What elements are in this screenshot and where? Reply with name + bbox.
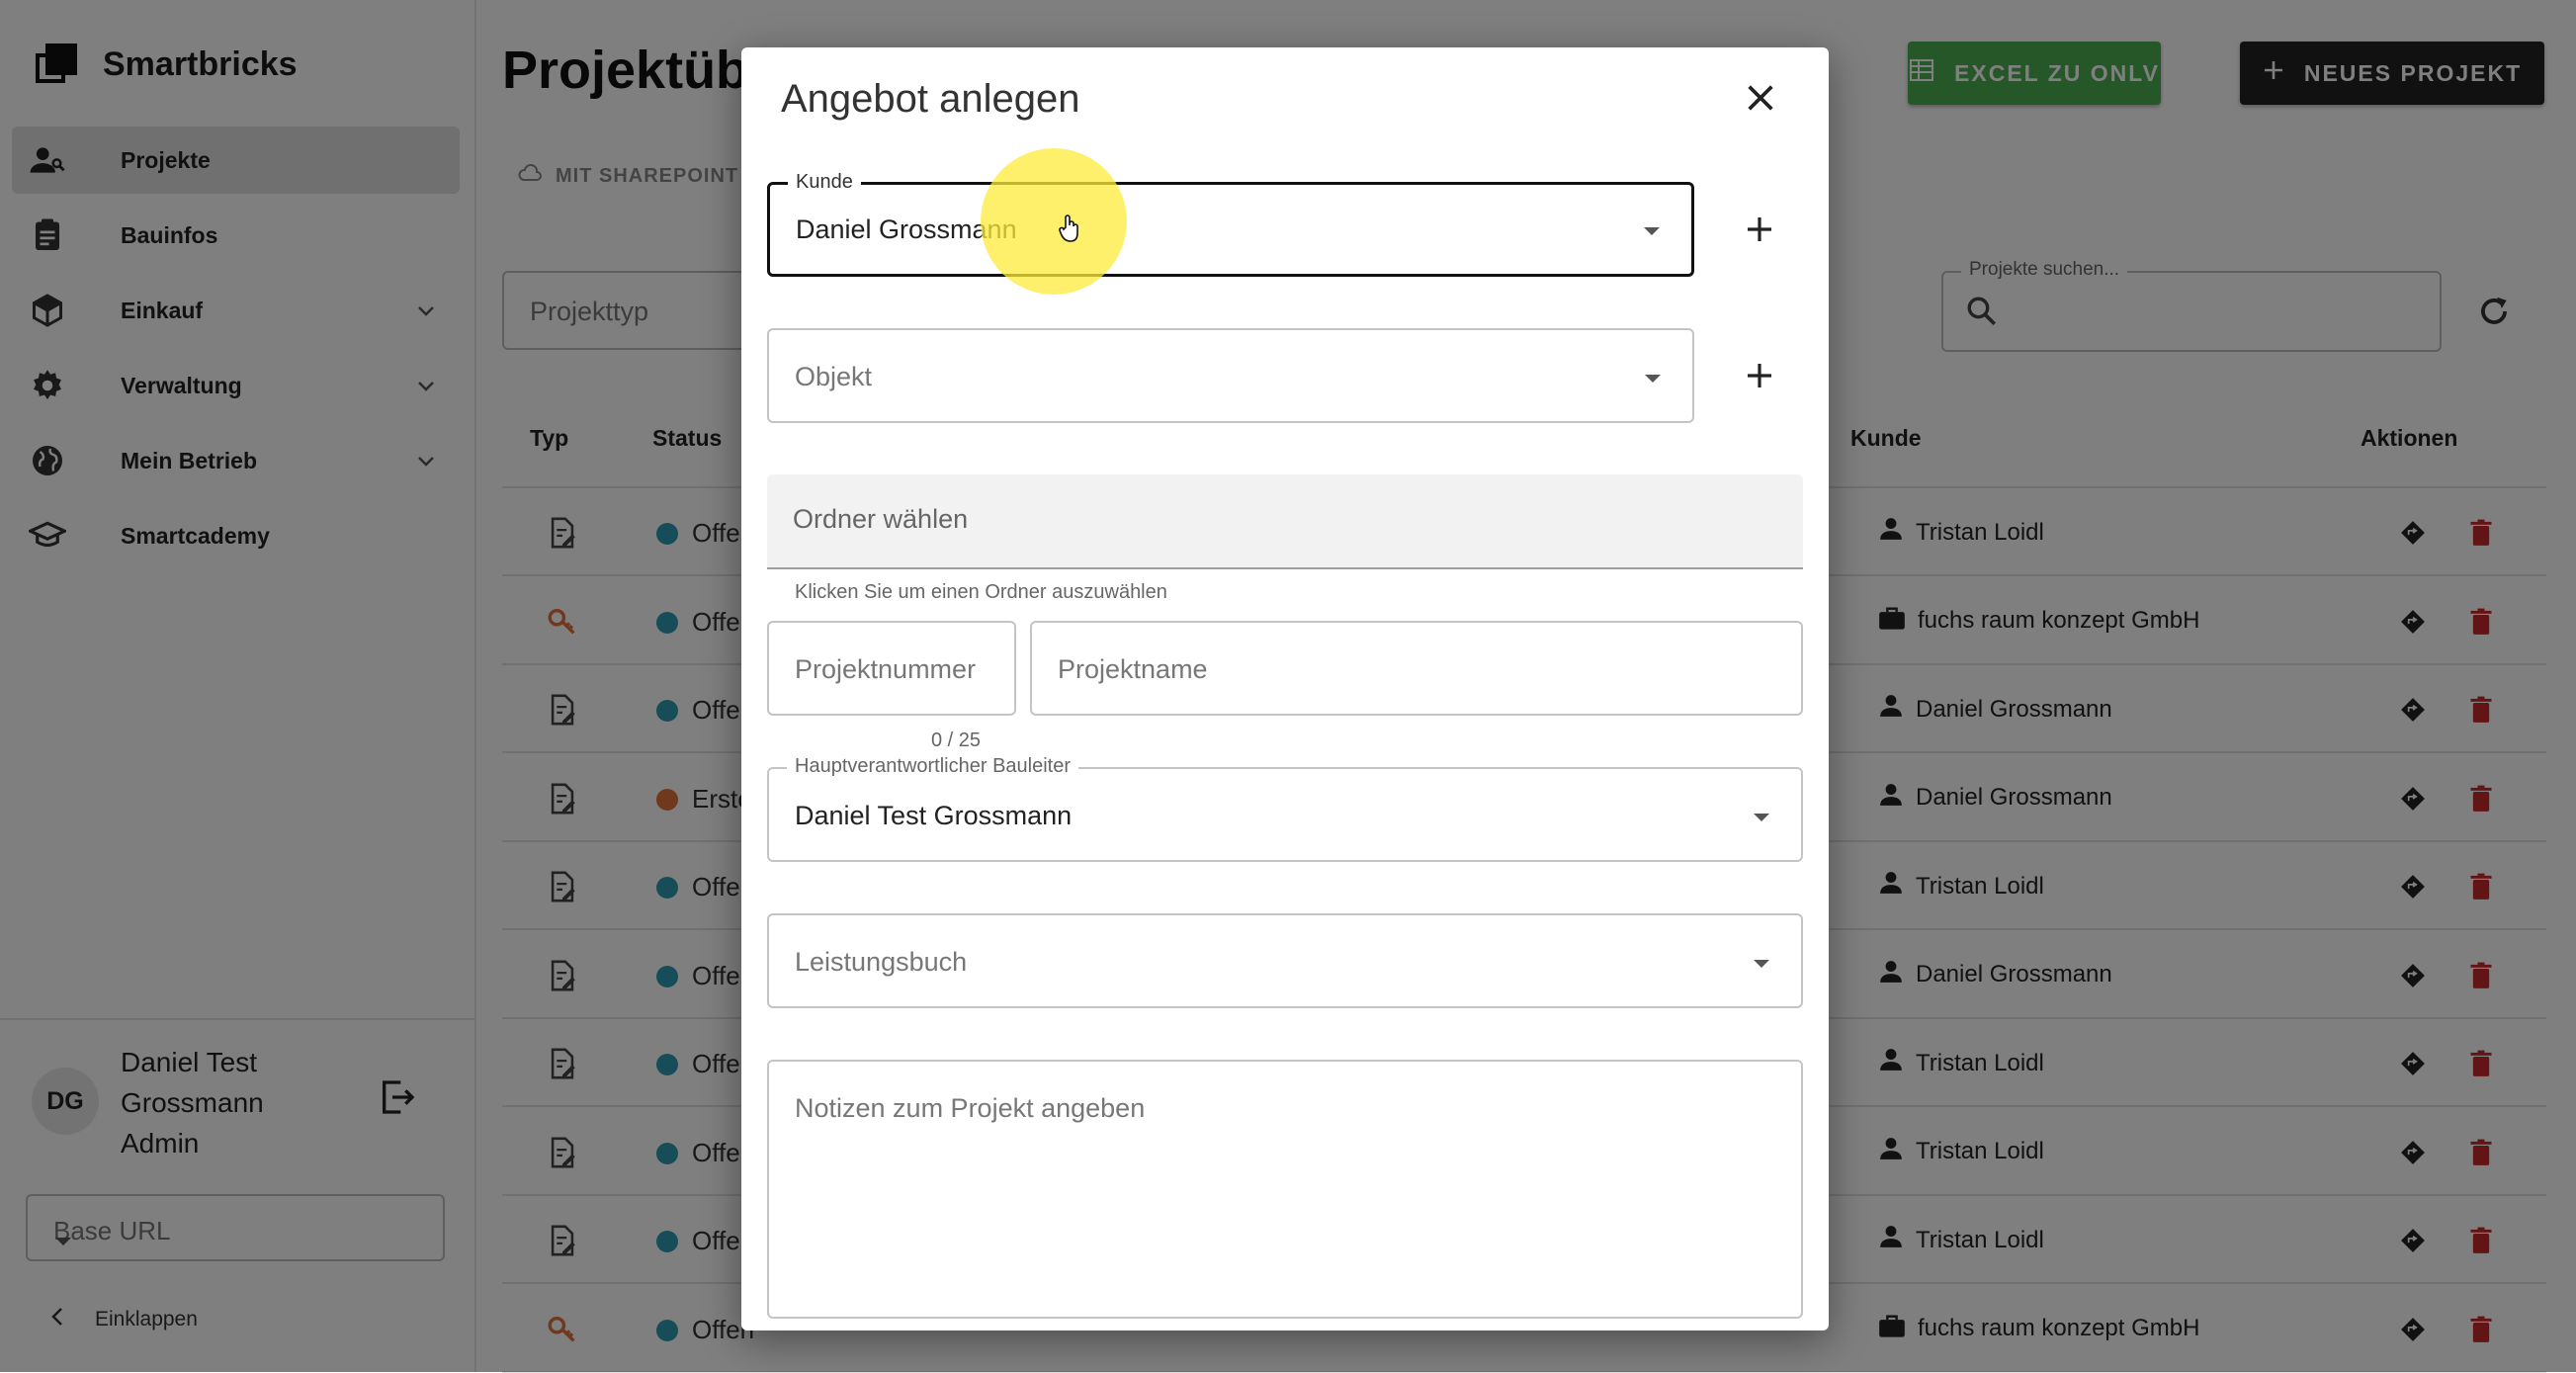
cursor-highlight <box>981 148 1127 295</box>
objekt-placeholder: Objekt <box>795 362 873 391</box>
folder-placeholder: Ordner wählen <box>793 504 969 534</box>
leistungsbuch-placeholder: Leistungsbuch <box>795 947 968 977</box>
bauleiter-legend: Hauptverantwortlicher Bauleiter <box>787 755 1079 778</box>
caret-down-icon <box>1752 811 1771 828</box>
kunde-legend: Kunde <box>788 171 861 194</box>
notes-placeholder: Notizen zum Projekt angeben <box>795 1093 1146 1123</box>
caret-down-icon <box>1642 224 1662 242</box>
projektname-input[interactable]: Projektname <box>1030 621 1803 716</box>
caret-down-icon <box>1643 372 1663 389</box>
projektnummer-input[interactable]: Projektnummer <box>767 621 1016 716</box>
close-icon[interactable] <box>1744 81 1777 120</box>
caret-down-icon <box>1752 957 1771 975</box>
char-counter: 0 / 25 <box>931 729 982 751</box>
folder-helper-text: Klicken Sie um einen Ordner auszuwählen <box>795 581 1167 603</box>
folder-select[interactable]: Ordner wählen <box>767 474 1803 569</box>
bauleiter-value: Daniel Test Grossmann <box>795 801 1073 830</box>
kunde-select[interactable]: Kunde Daniel Grossmann <box>767 171 1694 277</box>
notes-textarea[interactable]: Notizen zum Projekt angeben <box>767 1060 1803 1319</box>
hand-cursor-icon <box>1058 214 1083 248</box>
app-root: Smartbricks Projekte Bauinfos Einkauf <box>0 0 2576 1373</box>
leistungsbuch-select[interactable]: Leistungsbuch <box>767 913 1803 1008</box>
bauleiter-select[interactable]: Hauptverantwortlicher Bauleiter Daniel T… <box>767 755 1803 862</box>
dialog-title: Angebot anlegen <box>781 77 1080 121</box>
projektname-placeholder: Projektname <box>1058 654 1208 684</box>
create-offer-dialog: Angebot anlegen Kunde Daniel Grossmann O… <box>741 47 1829 1330</box>
objekt-select[interactable]: Objekt <box>767 328 1694 423</box>
add-kunde-button[interactable] <box>1744 214 1775 250</box>
projektnummer-placeholder: Projektnummer <box>795 654 977 684</box>
add-objekt-button[interactable] <box>1744 360 1775 396</box>
